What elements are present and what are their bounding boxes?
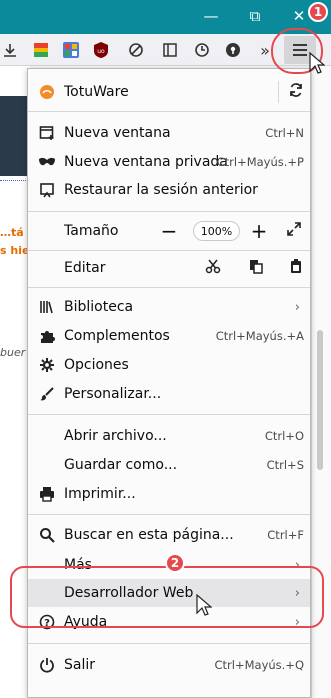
restore-button[interactable]: ⧉ — [240, 4, 270, 28]
find-in-page-label: Buscar en esta página... — [64, 527, 234, 543]
paintbrush-icon — [38, 385, 56, 403]
save-as-shortcut: Ctrl+S — [266, 458, 304, 472]
page-link-underline — [0, 180, 30, 181]
separator — [28, 287, 310, 288]
new-private-window-label: Nueva ventana privada — [64, 154, 228, 170]
account-label: TotuWare — [64, 84, 129, 100]
page-text-fragment-2: s hie — [0, 244, 30, 257]
account-divider — [278, 81, 279, 103]
separator — [28, 514, 310, 515]
zoom-out-button[interactable]: − — [158, 218, 180, 244]
separator — [28, 111, 310, 112]
mouse-cursor-icon — [309, 52, 325, 74]
annotation-badge-2: 2 — [165, 553, 185, 573]
customize-item[interactable]: Personalizar... — [28, 381, 310, 407]
firefox-account-icon — [38, 83, 56, 101]
account-row[interactable]: TotuWare — [28, 79, 310, 105]
save-as-label: Guardar como... — [64, 457, 178, 473]
copy-icon[interactable] — [248, 258, 264, 278]
quit-label: Salir — [64, 657, 96, 673]
zoom-reset-button[interactable]: 100% — [193, 221, 240, 241]
print-label: Imprimir... — [64, 486, 136, 502]
separator — [28, 414, 310, 415]
page-scrollbar-thumb[interactable] — [317, 330, 323, 470]
open-file-label: Abrir archivo... — [64, 428, 167, 444]
sidebar-icon[interactable] — [160, 40, 180, 60]
new-window-shortcut: Ctrl+N — [265, 126, 304, 140]
zoom-row: Tamaño − 100% + — [28, 218, 310, 244]
page-header-image — [0, 96, 30, 176]
password-manager-icon[interactable] — [223, 40, 243, 60]
open-file-item[interactable]: Abrir archivo... Ctrl+O — [28, 423, 310, 449]
edit-label: Editar — [64, 260, 106, 276]
library-label: Biblioteca — [64, 299, 134, 315]
history-icon[interactable] — [192, 40, 212, 60]
apps-extension-icon[interactable] — [61, 40, 81, 60]
separator — [28, 250, 310, 251]
options-label: Opciones — [64, 357, 129, 373]
annotation-badge-1: 1 — [308, 2, 328, 22]
zoom-in-button[interactable]: + — [248, 218, 270, 244]
find-in-page-shortcut: Ctrl+F — [267, 528, 304, 542]
paste-icon[interactable] — [288, 258, 304, 278]
cut-icon[interactable] — [205, 258, 221, 278]
restore-session-item[interactable]: Restaurar la sesión anterior — [28, 177, 310, 203]
library-item[interactable]: Biblioteca › — [28, 294, 310, 320]
sync-icon[interactable] — [288, 82, 304, 102]
search-icon — [38, 526, 56, 544]
print-item[interactable]: Imprimir... — [28, 481, 310, 507]
page-text-fragment-1: …tá — [0, 226, 24, 239]
window-titlebar: — ⧉ ✕ — [0, 0, 331, 34]
addons-shortcut: Ctrl+Mayús.+A — [215, 329, 304, 343]
restore-session-label: Restaurar la sesión anterior — [64, 182, 258, 198]
mouse-cursor-icon — [196, 594, 212, 616]
new-window-icon — [38, 124, 56, 142]
gear-icon — [38, 356, 56, 374]
power-icon — [38, 656, 56, 674]
library-icon — [38, 298, 56, 316]
restore-session-icon — [38, 181, 56, 199]
quit-item[interactable]: Salir Ctrl+Mayús.+Q — [28, 652, 310, 678]
edit-row: Editar — [28, 255, 310, 281]
save-as-item[interactable]: Guardar como... Ctrl+S — [28, 452, 310, 478]
annotation-highlight-2 — [10, 566, 324, 628]
new-private-window-item[interactable]: Nueva ventana privada Ctrl+Mayús.+P — [28, 149, 310, 175]
find-in-page-item[interactable]: Buscar en esta página... Ctrl+F — [28, 522, 310, 548]
separator — [28, 643, 310, 644]
fullscreen-icon[interactable] — [286, 221, 302, 241]
new-window-label: Nueva ventana — [64, 125, 171, 141]
minimize-button[interactable]: — — [196, 4, 226, 28]
ublock-icon[interactable]: uo — [91, 40, 111, 60]
color-extension-icon[interactable] — [31, 40, 51, 60]
downloads-icon[interactable] — [0, 40, 20, 60]
block-icon[interactable] — [126, 40, 146, 60]
new-window-item[interactable]: Nueva ventana Ctrl+N — [28, 120, 310, 146]
new-private-window-shortcut: Ctrl+Mayús.+P — [216, 155, 304, 169]
private-mask-icon — [38, 153, 56, 171]
options-item[interactable]: Opciones — [28, 352, 310, 378]
puzzle-piece-icon — [38, 327, 56, 345]
addons-label: Complementos — [64, 328, 170, 344]
printer-icon — [38, 485, 56, 503]
customize-label: Personalizar... — [64, 386, 162, 402]
svg-text:uo: uo — [97, 48, 105, 55]
chevron-right-icon: › — [294, 299, 300, 315]
addons-item[interactable]: Complementos Ctrl+Mayús.+A — [28, 323, 310, 349]
quit-shortcut: Ctrl+Mayús.+Q — [214, 658, 305, 672]
open-file-shortcut: Ctrl+O — [264, 429, 304, 443]
zoom-label: Tamaño — [64, 223, 119, 239]
page-text-fragment-3: buer — [0, 346, 26, 359]
separator — [28, 211, 310, 212]
